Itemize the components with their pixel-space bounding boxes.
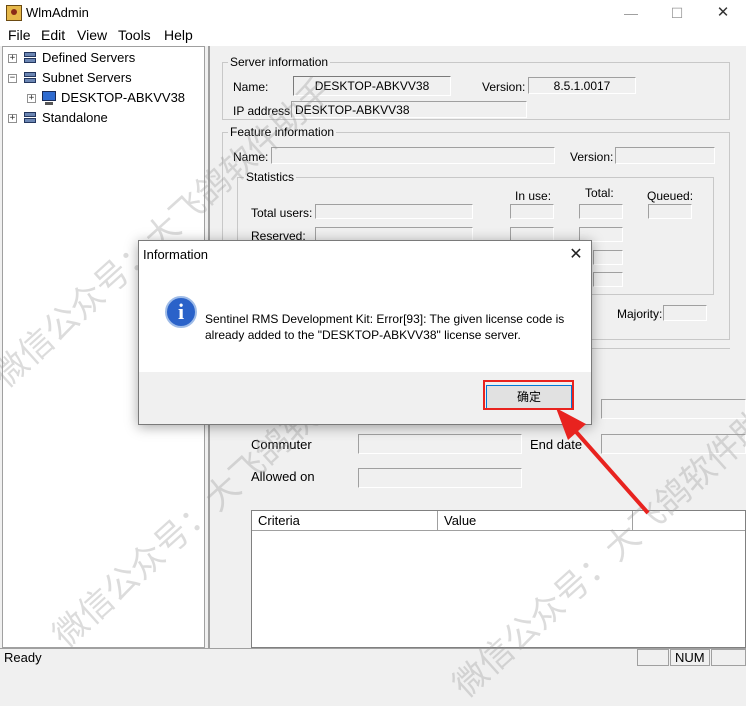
arrow-annotation — [556, 408, 650, 515]
